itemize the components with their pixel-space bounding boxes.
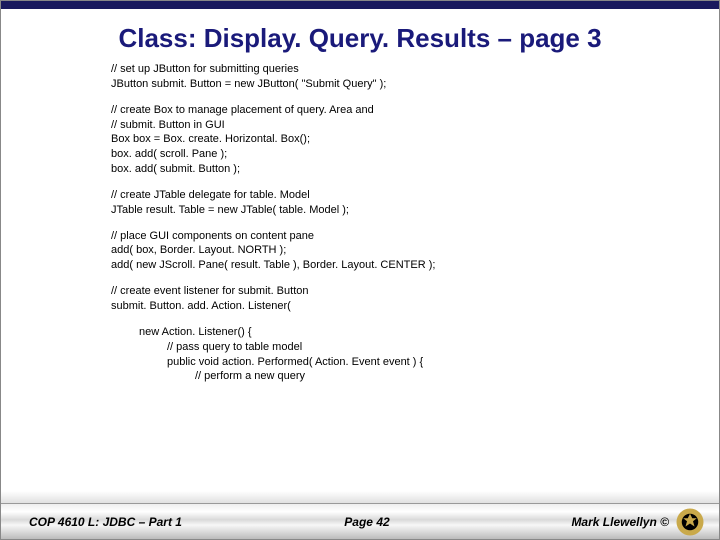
code-line: // pass query to table model <box>111 340 719 355</box>
code-line: submit. Button. add. Action. Listener( <box>111 299 719 314</box>
code-body: // set up JButton for submitting queries… <box>1 62 719 384</box>
code-block: // create event listener for submit. But… <box>111 284 719 314</box>
code-line: add( new JScroll. Pane( result. Table ),… <box>111 258 719 273</box>
slide-frame: Class: Display. Query. Results – page 3 … <box>0 0 720 540</box>
code-line: public void action. Performed( Action. E… <box>111 355 719 370</box>
code-line: // create JTable delegate for table. Mod… <box>111 188 719 203</box>
code-line: // set up JButton for submitting queries <box>111 62 719 77</box>
code-line: new Action. Listener() { <box>111 325 719 340</box>
code-line: // create Box to manage placement of que… <box>111 103 719 118</box>
top-accent-bar <box>1 1 719 9</box>
ucf-logo-icon <box>675 507 705 537</box>
code-line: box. add( scroll. Pane ); <box>111 147 719 162</box>
code-line: JTable result. Table = new JTable( table… <box>111 203 719 218</box>
code-line: // submit. Button in GUI <box>111 118 719 133</box>
footer-course: COP 4610 L: JDBC – Part 1 <box>29 515 254 529</box>
code-line: // create event listener for submit. But… <box>111 284 719 299</box>
code-line: // place GUI components on content pane <box>111 229 719 244</box>
code-line: add( box, Border. Layout. NORTH ); <box>111 243 719 258</box>
code-block: new Action. Listener() { // pass query t… <box>111 325 719 384</box>
code-block: // create JTable delegate for table. Mod… <box>111 188 719 218</box>
footer-right-wrap: Mark Llewellyn © <box>480 507 705 537</box>
footer-author: Mark Llewellyn © <box>571 515 669 529</box>
code-line: JButton submit. Button = new JButton( "S… <box>111 77 719 92</box>
code-line: box. add( submit. Button ); <box>111 162 719 177</box>
footer-shadow <box>1 491 719 503</box>
footer-page: Page 42 <box>254 515 479 529</box>
footer-bar: COP 4610 L: JDBC – Part 1 Page 42 Mark L… <box>1 503 719 539</box>
code-block: // set up JButton for submitting queries… <box>111 62 719 92</box>
slide-title: Class: Display. Query. Results – page 3 <box>1 9 719 62</box>
code-block: // create Box to manage placement of que… <box>111 103 719 177</box>
code-line: Box box = Box. create. Horizontal. Box()… <box>111 132 719 147</box>
code-block: // place GUI components on content pane … <box>111 229 719 274</box>
code-line: // perform a new query <box>111 369 719 384</box>
footer-content: COP 4610 L: JDBC – Part 1 Page 42 Mark L… <box>1 507 719 537</box>
